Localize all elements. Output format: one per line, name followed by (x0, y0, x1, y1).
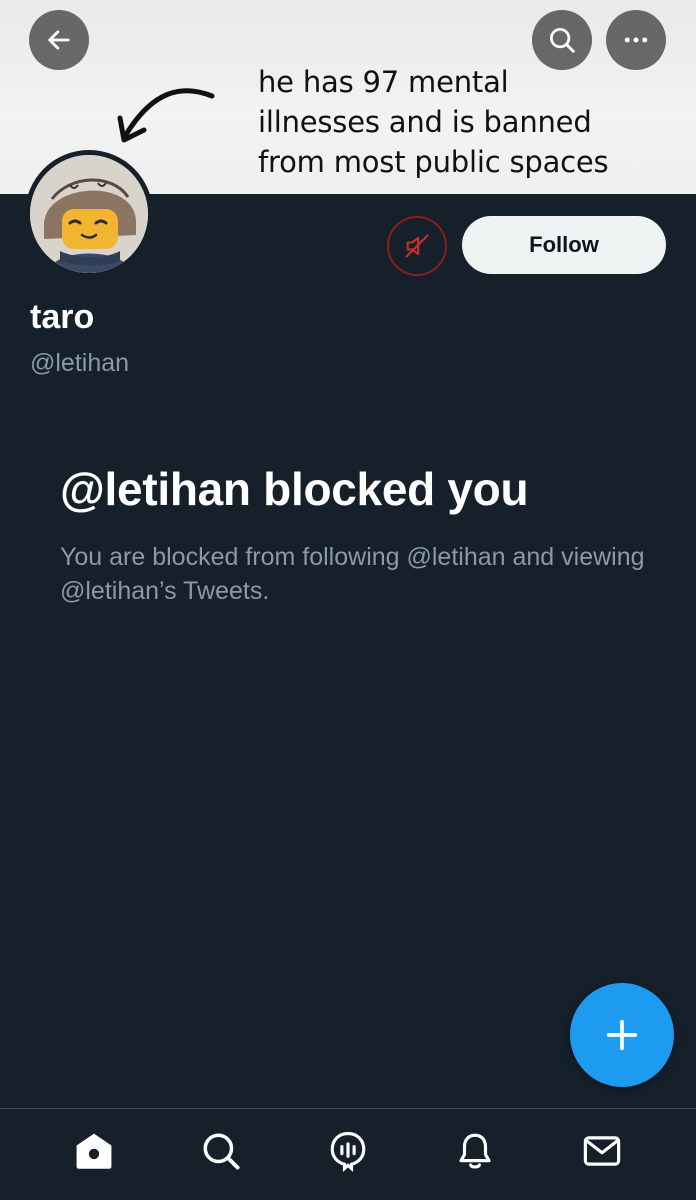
blocked-title: @letihan blocked you (60, 463, 529, 515)
arrow-left-icon (48, 30, 70, 50)
nav-home[interactable] (64, 1121, 124, 1181)
more-icon (624, 37, 648, 43)
home-icon (76, 1133, 112, 1169)
banner-caption: he has 97 mental illnesses and is banned… (258, 65, 609, 179)
avatar[interactable] (25, 150, 153, 278)
muted-speaker-icon (405, 234, 429, 258)
nav-search[interactable] (191, 1121, 251, 1181)
blocked-description: You are blocked from following @letihan … (60, 543, 645, 605)
search-icon (550, 28, 575, 53)
plus-icon (606, 1019, 638, 1051)
notifications-icon (459, 1133, 491, 1169)
profile-page: he has 97 mental illnesses and is banned… (0, 0, 696, 1200)
nav-messages[interactable] (572, 1121, 632, 1181)
profile-name: taro (30, 298, 95, 336)
back-button[interactable] (29, 10, 89, 70)
compose-tweet-button[interactable] (570, 983, 674, 1087)
bottom-navigation (0, 1108, 696, 1200)
unmute-button[interactable] (387, 216, 447, 276)
messages-icon (584, 1135, 621, 1166)
search-button[interactable] (532, 10, 592, 70)
avatar-image (30, 155, 148, 273)
spaces-icon (330, 1131, 366, 1172)
nav-notifications[interactable] (445, 1121, 505, 1181)
more-button[interactable] (606, 10, 666, 70)
nav-spaces[interactable] (318, 1121, 378, 1181)
profile-handle: @letihan (30, 349, 130, 377)
arrow-drawing (117, 88, 215, 143)
follow-button[interactable]: Follow (462, 216, 666, 274)
search-icon (203, 1133, 240, 1170)
